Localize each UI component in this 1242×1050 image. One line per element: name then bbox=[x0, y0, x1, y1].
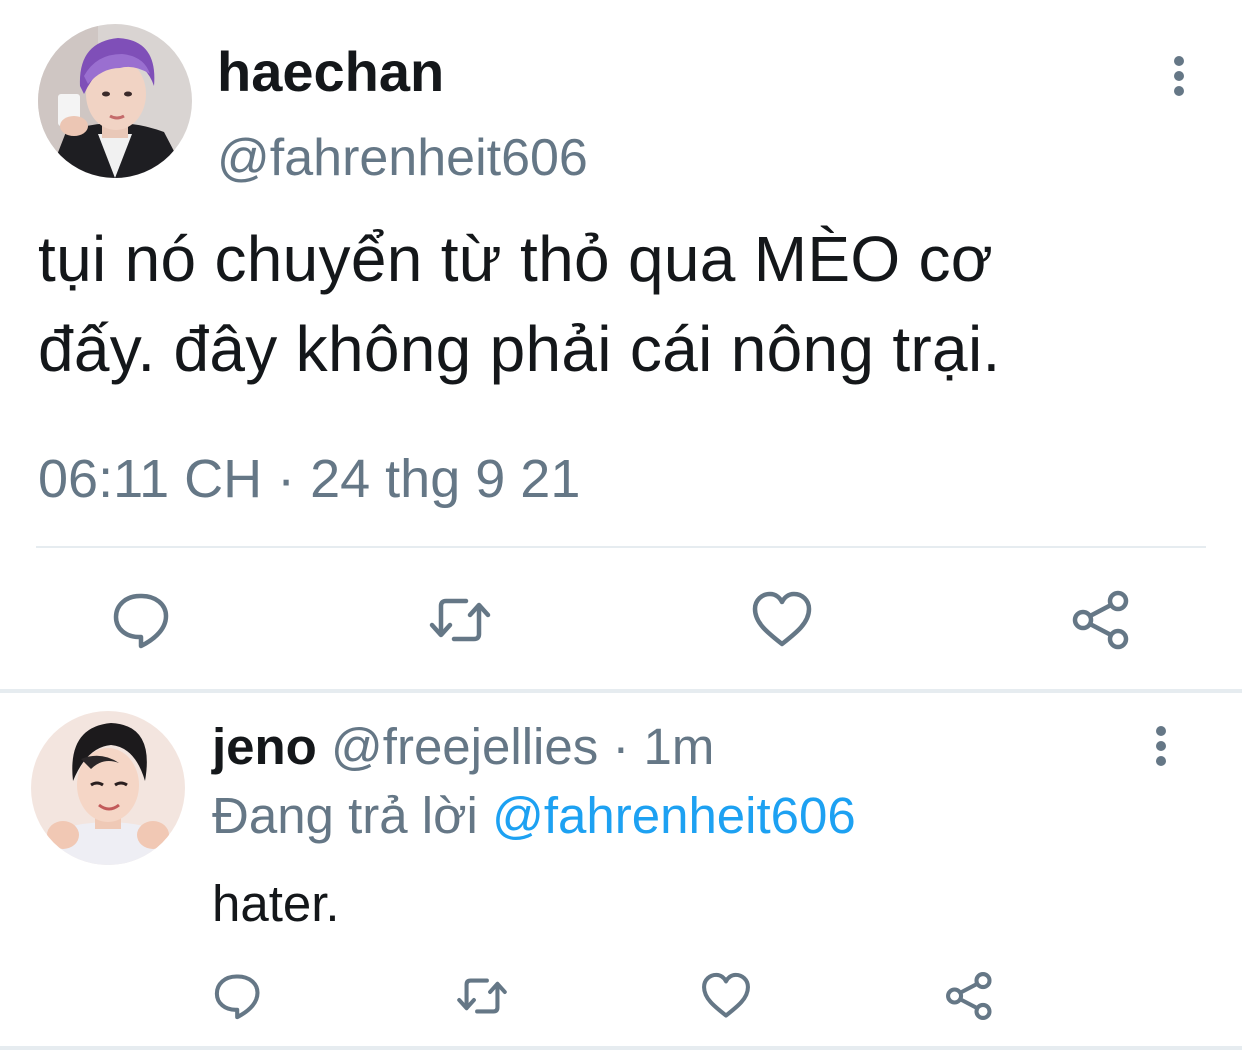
retweet-icon bbox=[457, 978, 507, 1014]
avatar-jeno[interactable] bbox=[31, 711, 185, 865]
share-icon bbox=[1072, 590, 1129, 650]
reply-header: jeno @freejellies · 1m bbox=[212, 715, 714, 779]
thread-separator bbox=[0, 689, 1242, 693]
avatar-photo bbox=[31, 711, 185, 865]
reply-button[interactable] bbox=[212, 970, 264, 1022]
more-vertical-icon[interactable] bbox=[1158, 52, 1200, 102]
reply-icon bbox=[113, 593, 169, 649]
avatar-photo bbox=[38, 24, 192, 178]
replying-to-label: Đang trả lời bbox=[212, 787, 478, 844]
share-button[interactable] bbox=[1070, 588, 1134, 652]
like-button[interactable] bbox=[750, 588, 814, 652]
more-vertical-icon[interactable] bbox=[1140, 722, 1182, 772]
retweet-button[interactable] bbox=[428, 588, 492, 652]
replying-to: Đang trả lời @fahrenheit606 bbox=[212, 784, 856, 848]
avatar-haechan[interactable] bbox=[38, 24, 192, 178]
author-display-name[interactable]: haechan bbox=[217, 38, 444, 106]
retweet-button[interactable] bbox=[456, 970, 508, 1022]
reply-button[interactable] bbox=[110, 588, 174, 652]
tweet-text-line: tụi nó chuyển từ thỏ qua MÈO cơ bbox=[38, 223, 994, 295]
tweet-timestamp[interactable]: 06:11 CH · 24 thg 9 21 bbox=[38, 446, 580, 512]
reply-relative-time[interactable]: 1m bbox=[644, 718, 715, 775]
time-separator: · bbox=[598, 718, 644, 775]
tweet-text: tụi nó chuyển từ thỏ qua MÈO cơ đấy. đây… bbox=[38, 214, 1218, 394]
share-button[interactable] bbox=[944, 970, 996, 1022]
author-handle[interactable]: @fahrenheit606 bbox=[217, 124, 588, 192]
reply-author-display-name[interactable]: jeno bbox=[212, 718, 317, 775]
divider bbox=[36, 546, 1206, 548]
share-icon bbox=[946, 972, 992, 1020]
tweet-text-line: đấy. đây không phải cái nông trại. bbox=[38, 313, 1001, 385]
replying-to-mention-link[interactable]: @fahrenheit606 bbox=[492, 787, 856, 844]
reply-author-handle[interactable]: @freejellies bbox=[331, 718, 598, 775]
reply-icon bbox=[214, 974, 260, 1020]
divider bbox=[0, 1046, 1242, 1050]
like-icon bbox=[752, 591, 812, 647]
like-icon bbox=[702, 972, 750, 1018]
reply-tweet-text: hater. bbox=[212, 875, 340, 932]
retweet-icon bbox=[429, 598, 491, 642]
like-button[interactable] bbox=[700, 970, 752, 1022]
